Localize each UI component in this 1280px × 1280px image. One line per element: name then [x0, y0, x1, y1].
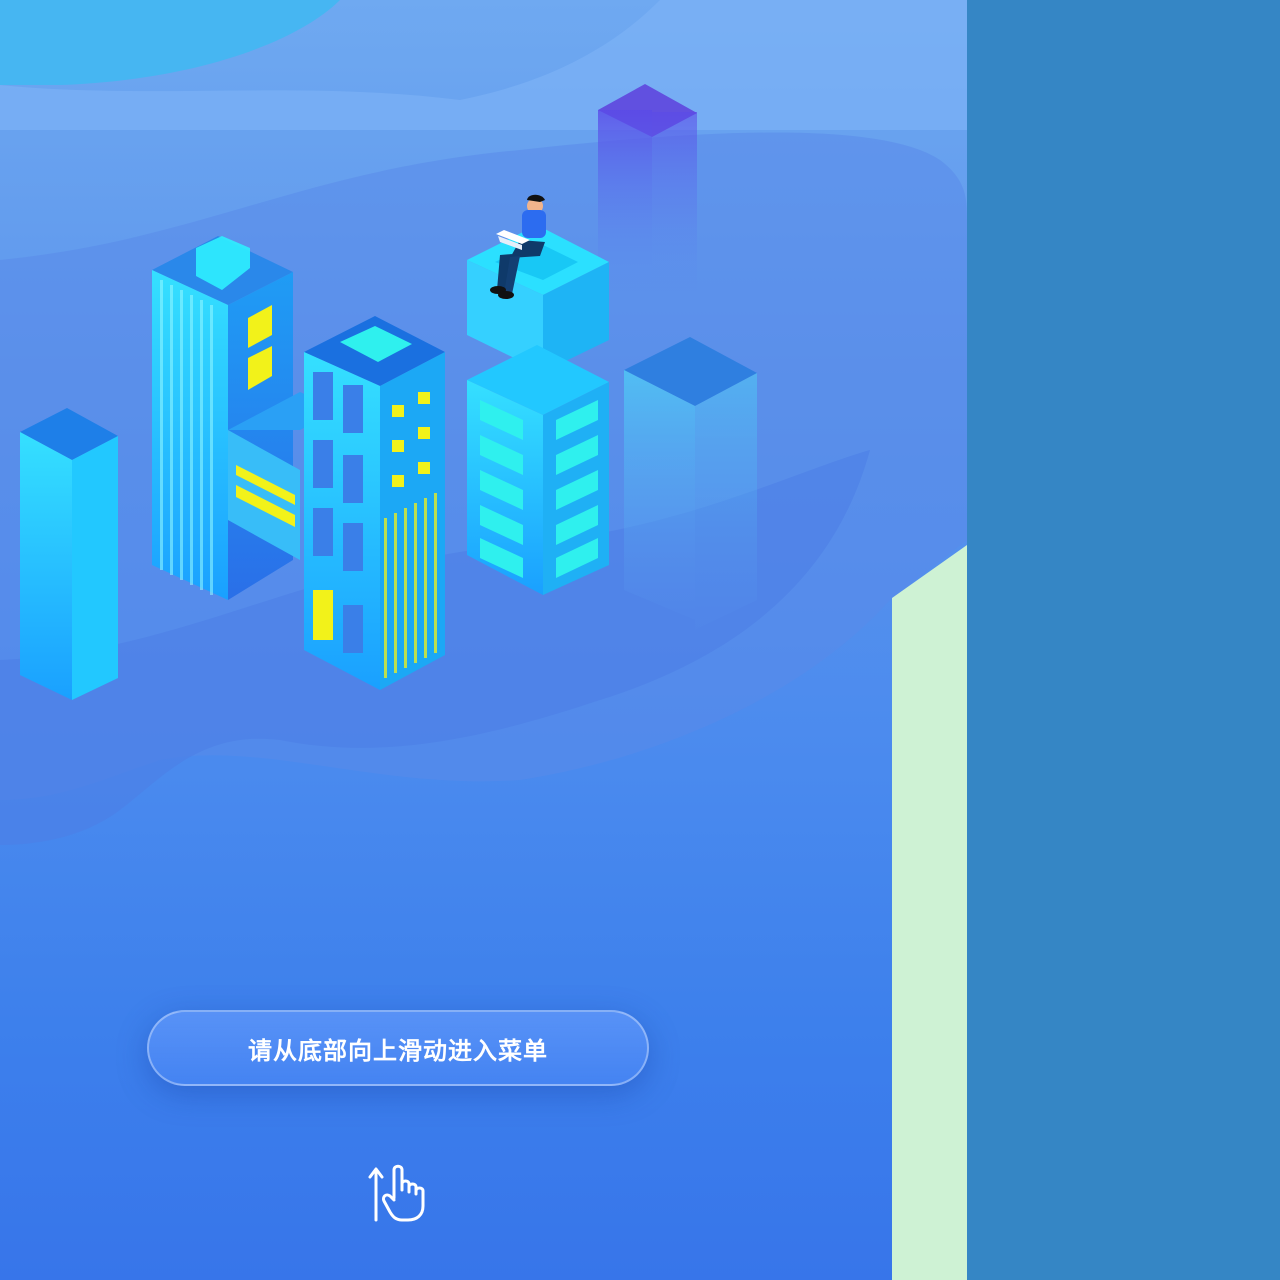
side-panel [967, 0, 1280, 1280]
splash-screen: 请从底部向上滑动进入菜单 [0, 0, 967, 1280]
ghost-tower-right [624, 337, 757, 630]
swipe-hint-pill[interactable]: 请从底部向上滑动进入菜单 [147, 1010, 649, 1086]
building-lower-striped [467, 345, 609, 595]
isometric-city-illustration [0, 0, 967, 845]
swipe-up-hand-icon[interactable] [364, 1160, 434, 1224]
bottom-right-edge-strip [892, 545, 967, 1280]
top-left-blob [0, 0, 340, 85]
ghost-tower-purple [598, 84, 697, 302]
building-left-slim [20, 408, 118, 700]
building-middle-windows [304, 316, 445, 690]
swipe-hint-label: 请从底部向上滑动进入菜单 [248, 1036, 548, 1065]
